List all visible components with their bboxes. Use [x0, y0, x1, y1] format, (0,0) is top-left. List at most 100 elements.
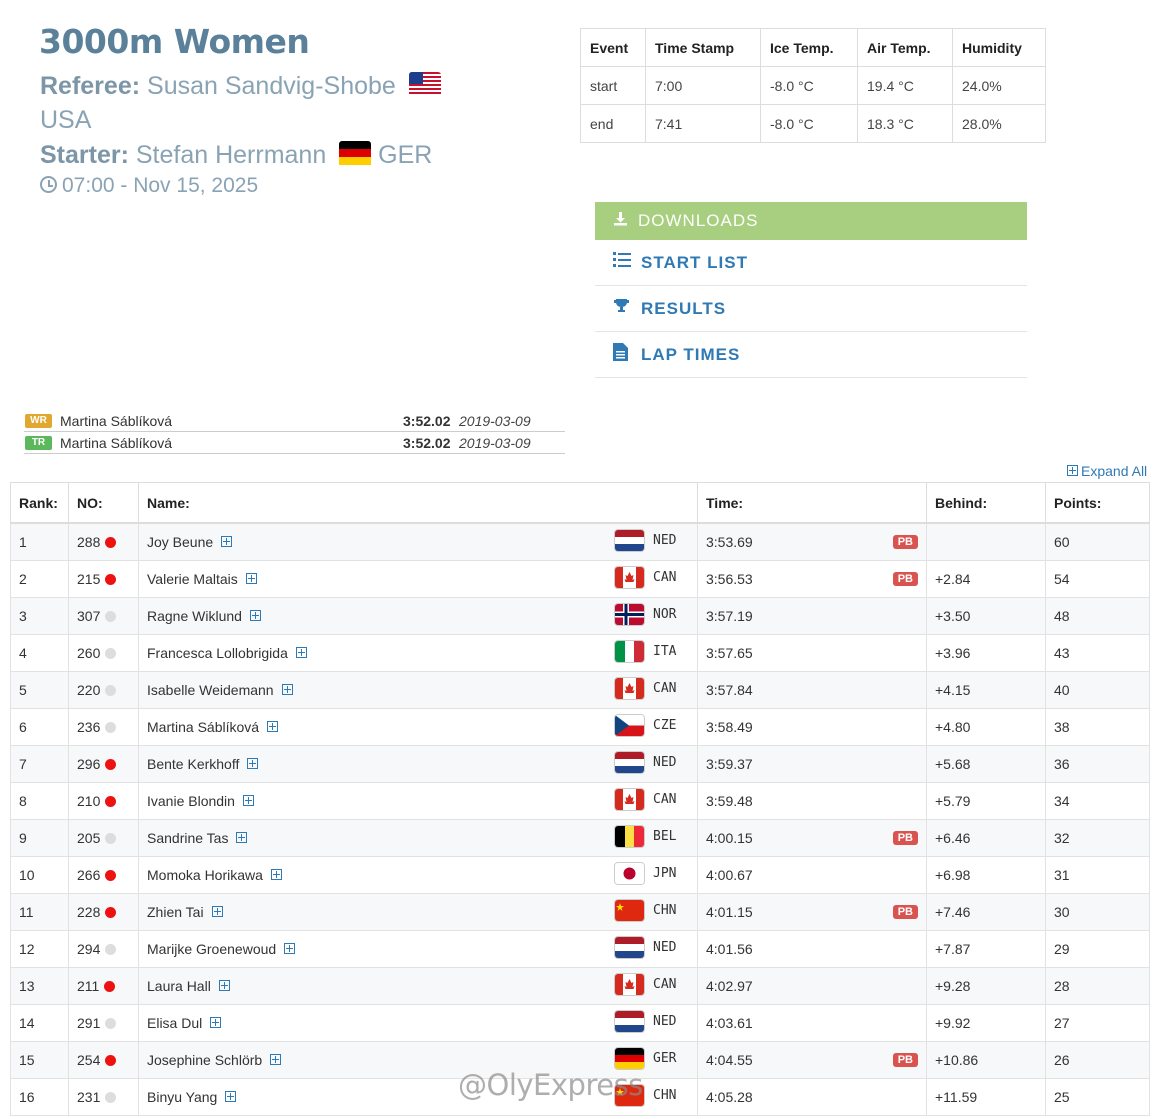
time-cell: 3:56.53 PB [697, 560, 927, 598]
behind-cell: +10.86 [926, 1041, 1046, 1079]
country-flag-icon [614, 529, 645, 552]
expand-plus-icon [236, 832, 248, 843]
time-cell: 4:00.67 [697, 856, 927, 894]
status-dot-icon [105, 1092, 117, 1103]
country-block: CZE [614, 709, 686, 745]
behind-cell: +2.84 [926, 560, 1046, 598]
behind-cell: +7.87 [926, 930, 1046, 968]
points-cell: 31 [1045, 856, 1150, 894]
behind-cell: +4.80 [926, 708, 1046, 746]
results-link[interactable]: RESULTS [595, 286, 1027, 332]
download-icon [613, 211, 628, 231]
record-date: 2019-03-09 [459, 412, 531, 429]
conditions-header-cell: Air Temp. [857, 28, 953, 67]
rank-cell: 15 [10, 1041, 69, 1079]
country-block: BEL [614, 820, 686, 856]
country-block: NED [614, 931, 686, 967]
country-code: NED [653, 755, 677, 770]
name-cell: Valerie Maltais CAN [138, 560, 698, 598]
time-value: 3:57.84 [706, 682, 753, 698]
downloads-title: DOWNLOADS [638, 211, 759, 230]
bib-cell: 288 [68, 522, 139, 561]
clock-icon [40, 176, 57, 193]
bib-cell: 291 [68, 1004, 139, 1042]
record-row: TR Martina Sáblíková 3:52.02 2019-03-09 [24, 432, 565, 454]
country-code: CZE [653, 718, 677, 733]
name-cell: Francesca Lollobrigida ITA [138, 634, 698, 672]
expand-row-button[interactable] [295, 645, 310, 661]
bib-cell: 220 [68, 671, 139, 709]
downloads-panel: DOWNLOADS START LIST RESULTS LAP TIMES [595, 202, 1027, 378]
expand-row-button[interactable] [270, 1052, 284, 1068]
conditions-cell: 28.0% [952, 104, 1046, 143]
table-row: 9 205 Sandrine Tas BEL 4:00.15 PB +6.46 3… [10, 819, 1150, 857]
expand-row-button[interactable] [242, 793, 257, 809]
table-row: 4 260 Francesca Lollobrigida ITA 3:57.65… [10, 634, 1150, 672]
expand-row-button[interactable] [211, 904, 226, 920]
name-cell: Joy Beune NED [138, 522, 698, 561]
expand-row-button[interactable] [281, 682, 296, 698]
country-code: NOR [653, 607, 677, 622]
usa-flag-icon [408, 72, 441, 103]
time-value: 3:57.65 [706, 645, 753, 661]
downloads-header[interactable]: DOWNLOADS [595, 202, 1027, 240]
expand-row-button[interactable] [249, 608, 264, 624]
expand-plus-icon [245, 573, 257, 584]
rank-cell: 16 [10, 1078, 69, 1116]
bib-cell: 296 [68, 745, 139, 783]
rank-cell: 2 [10, 560, 69, 598]
expand-plus-icon [218, 980, 230, 991]
behind-cell: +6.46 [926, 819, 1046, 857]
expand-row-button[interactable] [236, 830, 250, 846]
table-row: 11 228 Zhien Tai CHN 4:01.15 PB +7.46 30 [10, 893, 1150, 931]
country-flag-icon [614, 825, 645, 848]
status-dot-icon [105, 796, 117, 807]
bib-cell: 228 [68, 893, 139, 931]
referee-line: Referee: Susan Sandvig-Shobe [40, 72, 441, 103]
name-cell: Laura Hall CAN [138, 967, 698, 1005]
bib-cell: 215 [68, 560, 139, 598]
bib-number: 288 [77, 534, 101, 550]
country-code: CAN [653, 681, 677, 696]
expand-row-button[interactable] [247, 756, 261, 772]
country-flag-icon [614, 640, 645, 663]
time-value: 4:00.67 [706, 867, 753, 883]
expand-row-button[interactable] [218, 978, 233, 994]
country-block: CAN [614, 561, 686, 597]
athlete-name: Laura Hall [147, 978, 211, 994]
points-cell: 34 [1045, 782, 1150, 820]
header-name: Name: [138, 482, 698, 524]
lap-times-link[interactable]: LAP TIMES [595, 332, 1027, 378]
name-cell: Marijke Groenewoud NED [138, 930, 698, 968]
expand-row-button[interactable] [284, 941, 298, 957]
country-flag-icon [614, 1047, 645, 1070]
bib-number: 228 [77, 904, 101, 920]
points-cell: 32 [1045, 819, 1150, 857]
bib-number: 211 [77, 978, 100, 994]
rank-cell: 9 [10, 819, 69, 857]
status-dot-icon [105, 1018, 117, 1029]
expand-row-button[interactable] [210, 1015, 224, 1031]
conditions-header-cell: Ice Temp. [760, 28, 858, 67]
behind-cell: +3.96 [926, 634, 1046, 672]
starter-label: Starter: [40, 141, 129, 170]
germany-flag-icon [339, 141, 372, 172]
bib-number: 296 [77, 756, 101, 772]
expand-row-button[interactable] [225, 1089, 239, 1105]
expand-row-button[interactable] [267, 719, 281, 735]
athlete-name: Sandrine Tas [147, 830, 229, 846]
expand-row-button[interactable] [245, 571, 260, 587]
record-date: 2019-03-09 [459, 434, 531, 451]
expand-row-button[interactable] [270, 867, 285, 883]
country-code: CHN [653, 1088, 677, 1103]
status-dot-icon [105, 907, 117, 918]
country-block: CAN [614, 672, 686, 708]
expand-plus-icon [284, 943, 296, 954]
expand-row-button[interactable] [221, 534, 235, 550]
start-list-label: START LIST [641, 252, 748, 272]
start-list-link[interactable]: START LIST [595, 240, 1027, 286]
expand-plus-icon [242, 795, 254, 806]
expand-all-link[interactable]: Expand All [1067, 463, 1147, 479]
referee-label: Referee: [40, 72, 141, 101]
country-flag-icon [614, 714, 645, 737]
